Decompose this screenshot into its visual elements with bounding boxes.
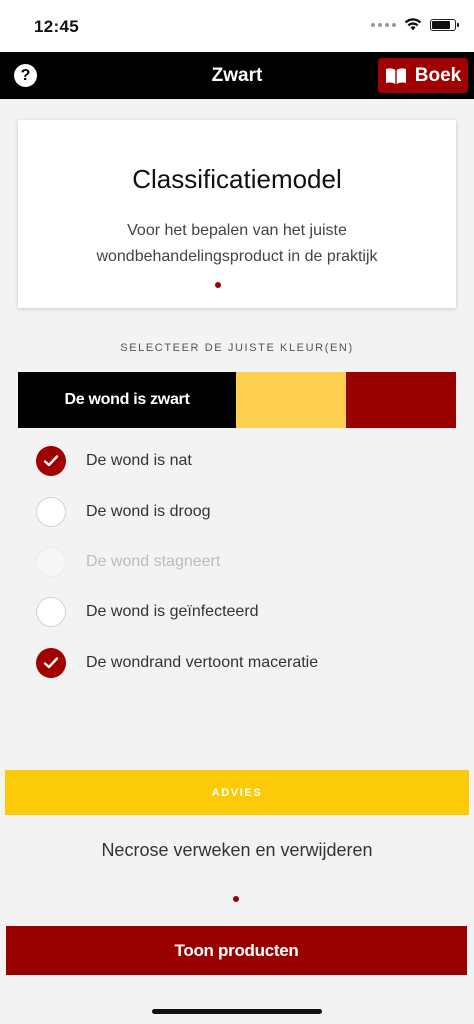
advice-text: Necrose verweken en verwijderen [101, 840, 373, 860]
empty-circle-icon[interactable] [36, 496, 66, 527]
option-label: De wond is geïnfecteerd [86, 603, 259, 621]
book-icon [385, 67, 406, 84]
option-maceration[interactable]: De wondrand vertoont maceratie [36, 638, 456, 688]
option-dry[interactable]: De wond is droog [36, 486, 456, 536]
option-label: De wond stagneert [86, 552, 221, 570]
page-indicator-dot [215, 282, 221, 288]
option-label: De wond is nat [86, 452, 192, 470]
option-label: De wond is droog [86, 502, 211, 520]
intro-card: Classificatiemodel Voor het bepalen van … [18, 120, 456, 308]
show-products-button[interactable]: Toon producten [6, 926, 467, 975]
checkmark-icon[interactable] [36, 446, 66, 477]
option-infected[interactable]: De wond is geïnfecteerd [36, 587, 456, 637]
wifi-icon [404, 18, 422, 31]
status-time: 12:45 [34, 17, 79, 36]
color-option-red[interactable] [346, 372, 456, 428]
color-option-black[interactable]: De wond is zwart [18, 372, 236, 428]
intro-text: Voor het bepalen van het juiste wondbeha… [96, 222, 378, 265]
book-button-label: Boek [414, 64, 462, 86]
option-label: De wondrand vertoont maceratie [86, 653, 319, 671]
advice-header: ADVIES [5, 770, 469, 815]
nav-bar: ? Zwart Boek [0, 52, 474, 99]
empty-circle-icon[interactable] [36, 597, 66, 628]
options-list: De wond is nat De wond is droog De wond … [36, 436, 456, 688]
option-stagnant: De wond stagneert [36, 537, 456, 587]
status-bar: 12:45 [0, 0, 474, 52]
signal-icon [371, 22, 396, 27]
checkmark-icon[interactable] [36, 647, 66, 678]
select-colors-label: SELECTEER DE JUISTE KLEUR(EN) [120, 342, 354, 354]
intro-title: Classificatiemodel [132, 164, 342, 194]
empty-circle-icon [36, 546, 66, 577]
option-wet[interactable]: De wond is nat [36, 436, 456, 486]
battery-icon [430, 18, 459, 31]
color-selector: De wond is zwart [18, 372, 456, 428]
book-button[interactable]: Boek [378, 58, 468, 93]
home-indicator[interactable] [152, 1009, 322, 1014]
color-option-yellow[interactable] [236, 372, 346, 428]
status-icons [371, 18, 459, 31]
advice-indicator-dot [233, 896, 239, 902]
